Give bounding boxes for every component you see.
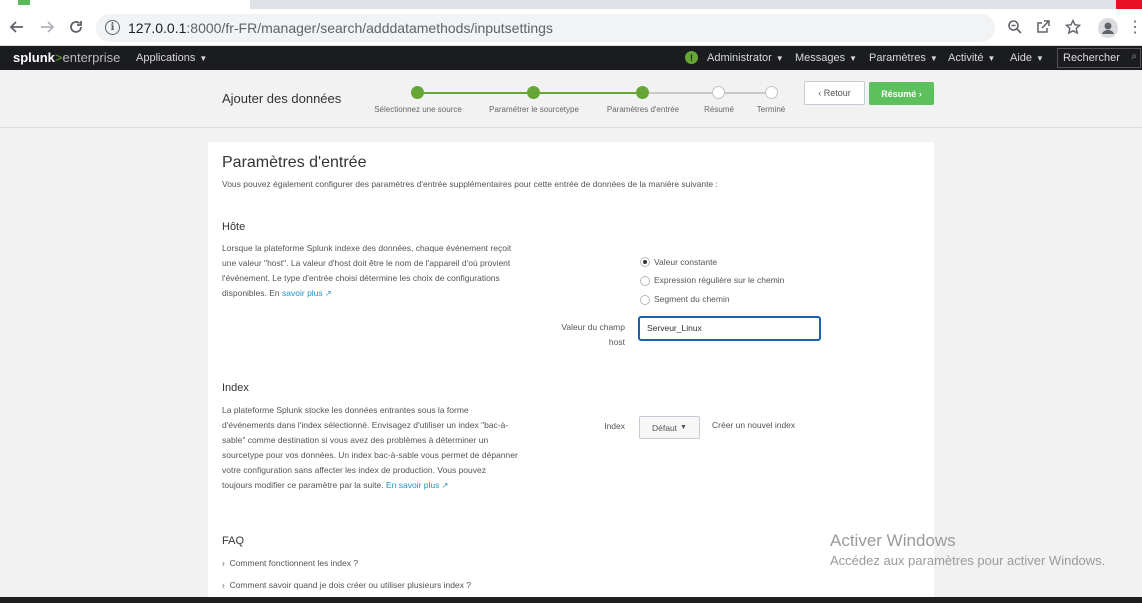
search-icon: ⌕ xyxy=(1131,51,1137,62)
index-description: La plateforme Splunk stocke les données … xyxy=(222,405,518,490)
reload-icon[interactable] xyxy=(65,16,87,38)
splunk-logo[interactable]: splunk>enterprise xyxy=(13,50,120,65)
radio-path-segment-label[interactable]: Segment du chemin xyxy=(654,294,730,304)
nav-messages[interactable]: Messages ▼ xyxy=(795,52,857,64)
caret-down-icon: ▼ xyxy=(199,54,208,63)
step-label-source: Sélectionnez une source xyxy=(374,105,462,114)
wizard-header: Ajouter des données Sélectionnez une sou… xyxy=(0,70,1142,128)
nav-applications[interactable]: Applications ▼ xyxy=(136,52,207,64)
host-value-input[interactable]: Serveur_Linux xyxy=(638,316,821,341)
step-label-sourcetype: Paramétrer le sourcetype xyxy=(489,105,579,114)
nav-parametres[interactable]: Paramètres ▼ xyxy=(869,52,938,64)
url-text: 127.0.0.1:8000/fr-FR/manager/search/addd… xyxy=(128,20,553,36)
caret-down-icon: ▼ xyxy=(775,54,784,63)
radio-path-segment[interactable] xyxy=(640,295,650,305)
index-learn-more-link[interactable]: En savoir plus xyxy=(386,480,439,490)
index-section-title: Index xyxy=(222,382,249,394)
nav-administrator[interactable]: Administrator ▼ xyxy=(707,52,784,64)
profile-avatar[interactable] xyxy=(1098,18,1118,38)
faq-item[interactable]: › Comment fonctionnent les index ? xyxy=(222,558,358,568)
chevron-right-icon: › xyxy=(222,580,230,590)
step-dot-sourcetype xyxy=(527,86,540,99)
input-settings-panel: Paramètres d'entrée Vous pouvez égalemen… xyxy=(208,142,934,603)
next-review-button[interactable]: Résumé › xyxy=(869,82,934,105)
health-status-icon[interactable]: ! xyxy=(685,51,698,64)
site-info-icon[interactable]: i xyxy=(105,20,120,35)
browser-toolbar: i 127.0.0.1:8000/fr-FR/manager/search/ad… xyxy=(0,9,1142,46)
chevron-right-icon: › xyxy=(222,558,230,568)
splunk-nav-bar: splunk>enterprise Applications ▼ ! Admini… xyxy=(0,46,1142,70)
section-subtitle: Vous pouvez également configurer des par… xyxy=(222,179,718,189)
windows-watermark-text: Accédez aux paramètres pour activer Wind… xyxy=(830,553,1106,568)
caret-down-icon: ▼ xyxy=(849,54,858,63)
external-link-icon: ↗ xyxy=(441,481,449,490)
tab-favicon-icon xyxy=(18,0,30,5)
caret-down-icon: ▼ xyxy=(680,424,687,431)
radio-constant-value[interactable] xyxy=(640,257,650,267)
chevron-right-icon: › xyxy=(916,88,922,99)
back-arrow-icon[interactable] xyxy=(6,16,28,38)
step-dot-done xyxy=(765,86,778,99)
step-label-review: Résumé xyxy=(704,105,734,114)
caret-down-icon: ▼ xyxy=(987,54,996,63)
step-dot-review xyxy=(712,86,725,99)
caret-down-icon: ▼ xyxy=(929,54,938,63)
share-icon[interactable] xyxy=(1032,16,1054,38)
windows-watermark-title: Activer Windows xyxy=(830,531,956,550)
window-close-button[interactable] xyxy=(1116,0,1142,9)
step-label-input-settings: Paramètres d'entrée xyxy=(606,105,680,114)
create-index-link[interactable]: Créer un nouvel index xyxy=(712,420,795,430)
progress-line-todo xyxy=(642,92,771,94)
step-dot-input-settings xyxy=(636,86,649,99)
host-section-title: Hôte xyxy=(222,221,246,233)
back-button[interactable]: ‹ Retour xyxy=(804,81,865,105)
radio-regex-path-label[interactable]: Expression régulière sur le chemin xyxy=(654,275,784,285)
radio-regex-path[interactable] xyxy=(640,276,650,286)
caret-down-icon: ▼ xyxy=(1036,54,1044,63)
menu-dots-icon[interactable]: ⋮ xyxy=(1124,16,1142,38)
section-title: Paramètres d'entrée xyxy=(222,154,367,171)
browser-tab[interactable] xyxy=(0,0,250,9)
browser-tab-strip xyxy=(0,0,1142,9)
faq-item[interactable]: › Comment savoir quand je dois créer ou … xyxy=(222,580,471,590)
external-link-icon: ↗ xyxy=(325,289,332,298)
nav-aide[interactable]: Aide ▼ xyxy=(1010,52,1044,64)
page-title: Ajouter des données xyxy=(222,91,342,106)
index-dropdown[interactable]: Défaut ▼ xyxy=(639,416,700,439)
bookmark-star-icon[interactable] xyxy=(1062,16,1084,38)
radio-constant-value-label[interactable]: Valeur constante xyxy=(654,257,717,267)
address-bar[interactable]: i 127.0.0.1:8000/fr-FR/manager/search/ad… xyxy=(96,14,995,42)
step-dot-source xyxy=(411,86,424,99)
host-field-label: Valeur du champ host xyxy=(561,322,625,347)
zoom-icon[interactable] xyxy=(1004,16,1026,38)
nav-activite[interactable]: Activité ▼ xyxy=(948,52,995,64)
faq-title: FAQ xyxy=(222,535,245,547)
splunk-search-input[interactable]: Rechercher ⌕ xyxy=(1057,48,1141,68)
taskbar-edge xyxy=(0,597,1142,603)
step-label-done: Terminé xyxy=(756,105,786,114)
host-description: Lorsque la plateforme Splunk indexe des … xyxy=(222,243,512,298)
index-field-label: Index xyxy=(604,421,625,431)
host-learn-more-link[interactable]: savoir plus xyxy=(282,288,323,298)
forward-arrow-icon[interactable] xyxy=(36,16,58,38)
